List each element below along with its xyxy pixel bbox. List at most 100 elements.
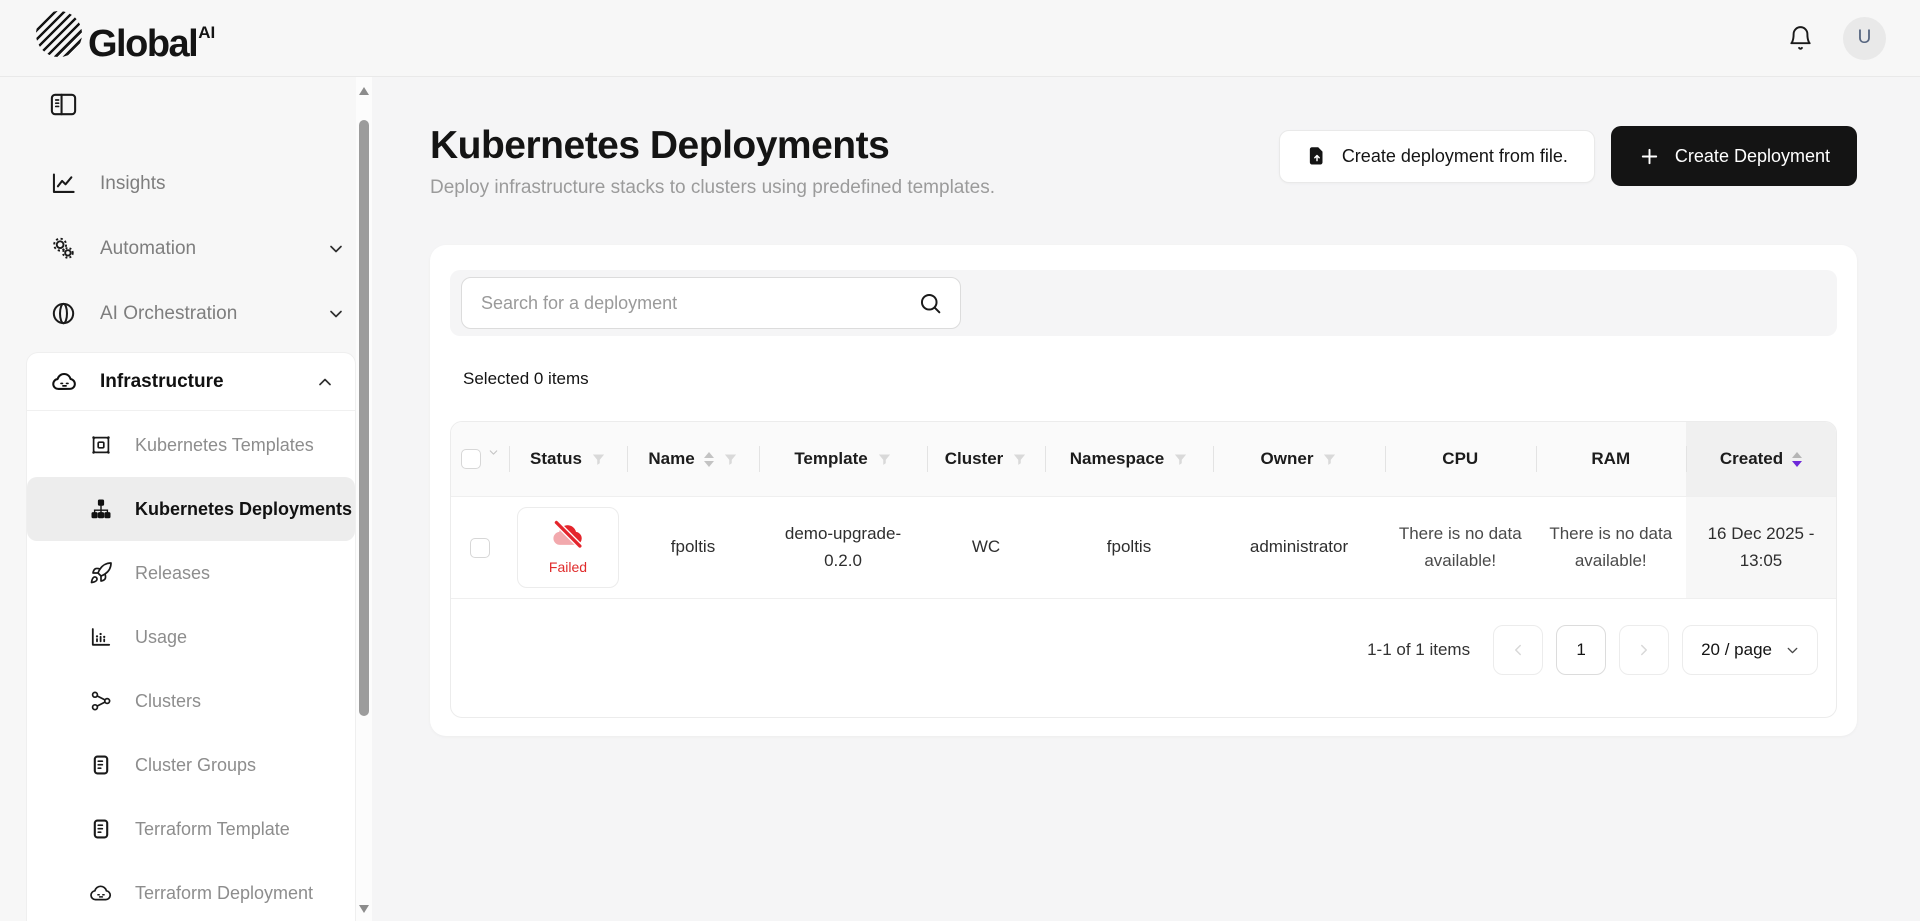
chevron-down-icon (326, 239, 346, 259)
selected-count: Selected 0 items (463, 369, 1837, 389)
column-label-status: Status (530, 449, 582, 469)
sidebar-item-label: Infrastructure (100, 371, 224, 393)
page-size-value: 20 / page (1701, 640, 1772, 660)
filter-icon[interactable] (1012, 452, 1027, 467)
sidebar-item-usage[interactable]: Usage (27, 605, 355, 669)
cell-namespace: fpoltis (1045, 497, 1213, 598)
cell-ram: There is no data available! (1536, 497, 1687, 598)
sidebar-collapse-button[interactable] (48, 89, 82, 120)
sidebar-item-releases[interactable]: Releases (27, 541, 355, 605)
nodes-cluster-icon (89, 497, 113, 521)
sidebar-item-label: Clusters (135, 691, 201, 712)
sidebar-item-terraform-deployment[interactable]: Terraform Deployment (27, 861, 355, 921)
globe-logo-icon (36, 11, 82, 57)
status-label: Failed (549, 557, 587, 579)
sidebar-item-label: Kubernetes Templates (135, 435, 314, 456)
search-input[interactable] (481, 293, 918, 314)
sidebar-item-automation[interactable]: Automation (0, 216, 372, 281)
scroll-up-arrow-icon[interactable] (359, 87, 369, 95)
sidebar-item-label: Automation (100, 238, 196, 260)
chevron-down-icon (1784, 642, 1801, 659)
topbar: GlobalAI U (0, 0, 1920, 77)
sidebar-item-terraform-template[interactable]: Terraform Template (27, 797, 355, 861)
sort-icon[interactable] (704, 452, 714, 467)
cell-cluster: WC (927, 497, 1045, 598)
filter-icon[interactable] (1173, 452, 1188, 467)
sidebar-item-infrastructure[interactable]: Infrastructure (27, 353, 355, 411)
template-frame-icon (89, 433, 113, 457)
page-size-select[interactable]: 20 / page (1682, 625, 1818, 675)
document-list-icon (89, 753, 113, 777)
cloud-icon (51, 368, 78, 395)
cloud-off-icon (549, 518, 587, 552)
page-1-button[interactable]: 1 (1556, 625, 1606, 675)
table-row[interactable]: Failed fpoltis demo-upgrade-0.2.0 WC fpo… (451, 496, 1836, 598)
cell-cpu: There is no data available! (1385, 497, 1536, 598)
column-label-template: Template (794, 449, 867, 469)
search-icon[interactable] (918, 291, 943, 316)
search-box[interactable] (461, 277, 961, 329)
button-label: Create deployment from file. (1342, 146, 1568, 167)
pagination: 1-1 of 1 items 1 20 / page (451, 598, 1836, 717)
infrastructure-section: Infrastructure Kubernetes Templates Kube… (26, 352, 356, 921)
sidebar-scrollbar[interactable] (356, 77, 372, 921)
user-avatar[interactable]: U (1843, 17, 1886, 60)
deployments-table: Status Name Template Cluster Namespace O… (450, 421, 1837, 718)
column-label-ram: RAM (1591, 449, 1630, 469)
network-share-icon (89, 689, 113, 713)
bar-chart-icon (89, 625, 113, 649)
document-list-icon (89, 817, 113, 841)
page-header: Kubernetes Deployments Deploy infrastruc… (430, 124, 1857, 199)
create-deployment-button[interactable]: Create Deployment (1611, 126, 1857, 186)
table-toolbar (450, 270, 1837, 336)
rocket-icon (89, 561, 113, 585)
logo: GlobalAI (36, 10, 215, 67)
sidebar-item-kubernetes-templates[interactable]: Kubernetes Templates (27, 413, 355, 477)
sidebar-item-cluster-groups[interactable]: Cluster Groups (27, 733, 355, 797)
cell-template: demo-upgrade-0.2.0 (759, 497, 927, 598)
cloud-icon (89, 881, 113, 905)
scroll-down-arrow-icon[interactable] (359, 905, 369, 913)
sidebar-nav: Insights Automation AI Orchestration (0, 151, 372, 346)
filter-icon[interactable] (877, 452, 892, 467)
plus-icon (1638, 145, 1661, 168)
create-deployment-from-file-button[interactable]: Create deployment from file. (1279, 130, 1595, 183)
sidebar-item-label: Insights (100, 173, 165, 195)
status-badge: Failed (517, 507, 619, 589)
infrastructure-subnav: Kubernetes Templates Kubernetes Deployme… (27, 411, 355, 921)
sidebar-item-ai-orchestration[interactable]: AI Orchestration (0, 281, 372, 346)
button-label: Create Deployment (1675, 146, 1830, 167)
page-title: Kubernetes Deployments (430, 124, 995, 168)
sidebar-item-kubernetes-deployments[interactable]: Kubernetes Deployments (27, 477, 355, 541)
table-header-row: Status Name Template Cluster Namespace O… (451, 422, 1836, 496)
filter-icon[interactable] (723, 452, 738, 467)
brain-icon (50, 300, 77, 327)
scrollbar-thumb[interactable] (359, 120, 369, 716)
main-content: Kubernetes Deployments Deploy infrastruc… (372, 77, 1920, 921)
pagination-summary: 1-1 of 1 items (1367, 640, 1470, 660)
sidebar-item-label: Terraform Template (135, 819, 290, 840)
cell-owner: administrator (1213, 497, 1385, 598)
cell-created: 16 Dec 2025 - 13:05 (1686, 497, 1836, 598)
chevron-up-icon (315, 372, 335, 392)
sidebar-item-label: Cluster Groups (135, 755, 256, 776)
cell-name: fpoltis (627, 497, 759, 598)
notifications-bell-icon[interactable] (1786, 24, 1815, 53)
sidebar-item-insights[interactable]: Insights (0, 151, 372, 216)
column-label-cluster: Cluster (945, 449, 1004, 469)
chevron-down-icon (326, 304, 346, 324)
file-upload-icon (1306, 145, 1328, 167)
sidebar-item-label: Releases (135, 563, 210, 584)
sidebar-item-label: AI Orchestration (100, 303, 237, 325)
sidebar-item-clusters[interactable]: Clusters (27, 669, 355, 733)
select-menu-chevron-icon[interactable] (487, 446, 500, 459)
sort-icon-active[interactable] (1792, 452, 1802, 467)
column-label-created: Created (1720, 449, 1783, 469)
row-checkbox[interactable] (470, 538, 490, 558)
next-page-button[interactable] (1619, 625, 1669, 675)
brand-text: Global (88, 23, 197, 65)
select-all-checkbox[interactable] (461, 449, 481, 469)
prev-page-button[interactable] (1493, 625, 1543, 675)
filter-icon[interactable] (1322, 452, 1337, 467)
filter-icon[interactable] (591, 452, 606, 467)
